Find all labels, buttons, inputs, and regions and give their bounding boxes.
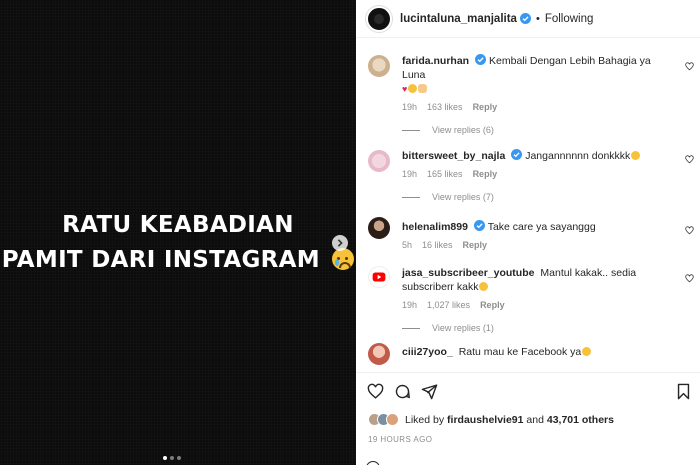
pleading-face-icon [631, 151, 641, 160]
header-separator: • [535, 12, 540, 25]
view-replies-label: View replies (6) [432, 125, 494, 135]
post-header: lucintaluna_manjalita • Following [356, 0, 700, 38]
comment-meta: 5h 16 likes Reply [402, 240, 674, 250]
comment-likes[interactable]: 1,027 likes [427, 300, 470, 310]
carousel-next-button[interactable] [332, 235, 348, 251]
verified-badge-icon [519, 13, 531, 24]
comment-message: Mantul kakak.. sedia [540, 267, 637, 279]
post-media[interactable]: RATU KEABADIAN PAMIT DARI INSTAGRAM [0, 0, 356, 465]
liked-by-and: and [526, 413, 544, 426]
comment-message: Jangannnnnn donkkkk [525, 150, 631, 162]
liked-by-prefix: Liked by [405, 413, 445, 426]
post-actions: Liked by firdaushelvie91 and 43,701 othe… [356, 372, 700, 465]
comment-text: jasa_subscribeer_youtube Mantul kakak.. … [402, 266, 674, 294]
waving-hand-icon [418, 84, 428, 93]
comment-text: bittersweet_by_najla Jangannnnnn donkkkk [402, 149, 674, 163]
liked-by-user[interactable]: firdaushelvie91 [447, 414, 523, 426]
comment-time: 19h [402, 300, 418, 310]
reply-button[interactable]: Reply [463, 240, 488, 250]
comment-text: helenalim899 Take care ya sayanggg [402, 220, 674, 234]
comment-likes[interactable]: 163 likes [427, 102, 463, 112]
liked-by-summary: Liked by firdaushelvie91 and 43,701 othe… [368, 413, 614, 426]
following-button[interactable]: Following [545, 13, 594, 25]
media-caption-line-2: PAMIT DARI INSTAGRAM [0, 247, 356, 273]
commenter-avatar[interactable] [368, 150, 390, 172]
liked-by-others[interactable]: 43,701 others [547, 414, 614, 426]
view-replies-label: View replies (1) [432, 323, 494, 333]
heart-eyes-icon [479, 282, 489, 291]
comment-item: ciii27yoo_ Ratu mau ke Facebook ya [356, 343, 700, 365]
comment-item: jasa_subscribeer_youtube Mantul kakak.. … [356, 266, 700, 333]
like-comment-heart-icon[interactable] [685, 274, 694, 283]
comment-username[interactable]: ciii27yoo_ [402, 346, 453, 358]
verified-badge-icon [475, 54, 487, 65]
comment-message: Ratu mau ke Facebook ya [458, 346, 582, 358]
comment-meta: 19h 165 likes Reply [402, 169, 674, 179]
view-replies-button[interactable]: View replies (7) [402, 192, 674, 202]
like-comment-heart-icon[interactable] [685, 226, 694, 235]
action-icons [367, 383, 438, 400]
share-paper-plane-icon[interactable] [421, 383, 438, 400]
comment-time: 19h [402, 102, 418, 112]
author-avatar[interactable] [366, 5, 392, 32]
commenter-avatar[interactable] [368, 343, 390, 365]
carousel-dot [177, 456, 181, 460]
comment-time: 5h [402, 240, 413, 250]
view-replies-button[interactable]: View replies (6) [402, 125, 674, 135]
like-comment-heart-icon[interactable] [685, 155, 694, 164]
verified-badge-icon [511, 149, 523, 160]
view-replies-button[interactable]: View replies (1) [402, 323, 674, 333]
comment-username[interactable]: helenalim899 [402, 221, 468, 233]
youtube-logo-icon [372, 272, 386, 282]
liker-avatars[interactable] [368, 413, 399, 426]
post-side-panel: lucintaluna_manjalita • Following farida… [356, 0, 700, 465]
comment-bubble-icon[interactable] [394, 383, 411, 400]
reply-button[interactable]: Reply [473, 102, 498, 112]
crying-face-icon [332, 248, 355, 270]
comment-item: helenalim899 Take care ya sayanggg 5h 16… [356, 217, 700, 250]
comment-likes[interactable]: 165 likes [427, 169, 463, 179]
media-caption-line-1: RATU KEABADIAN [62, 212, 294, 238]
comment-text: farida.nurhan Kembali Dengan Lebih Bahag… [402, 54, 674, 96]
carousel-dot [163, 456, 167, 460]
bookmark-icon [677, 383, 690, 400]
liker-avatar [386, 413, 399, 426]
reply-button[interactable]: Reply [473, 169, 498, 179]
comment-message: Take care ya sayanggg [487, 221, 596, 233]
comment-username[interactable]: bittersweet_by_najla [402, 150, 505, 162]
commenter-avatar[interactable] [368, 217, 390, 239]
comment-time: 19h [402, 169, 418, 179]
chevron-right-icon [337, 239, 343, 247]
comment-meta: 19h 1,027 likes Reply [402, 300, 674, 310]
comment-likes[interactable]: 16 likes [422, 240, 453, 250]
verified-badge-icon [473, 220, 485, 231]
save-button[interactable] [675, 383, 692, 405]
comment-item: farida.nurhan Kembali Dengan Lebih Bahag… [356, 54, 700, 135]
heart-eyes-icon [408, 84, 418, 93]
commenter-avatar[interactable] [368, 266, 390, 288]
comment-item: bittersweet_by_najla Jangannnnnn donkkkk… [356, 149, 700, 202]
carousel-dot [170, 456, 174, 460]
carousel-indicator [163, 456, 181, 460]
comment-message-cont: subscriberr kakk [402, 281, 479, 293]
author-username[interactable]: lucintaluna_manjalita [400, 13, 517, 25]
red-heart-icon: ♥ [402, 84, 408, 94]
comment-username[interactable]: farida.nurhan [402, 55, 469, 67]
comment-username[interactable]: jasa_subscribeer_youtube [402, 267, 534, 279]
like-heart-icon[interactable] [367, 383, 384, 400]
reply-button[interactable]: Reply [480, 300, 505, 310]
commenter-avatar[interactable] [368, 55, 390, 77]
grinning-sweat-icon [582, 347, 592, 356]
post-timestamp[interactable]: 19 HOURS AGO [368, 435, 432, 444]
media-caption-line-2-text: PAMIT DARI INSTAGRAM [1, 247, 320, 273]
like-comment-heart-icon[interactable] [685, 62, 694, 71]
comment-meta: 19h 163 likes Reply [402, 102, 674, 112]
comments-list[interactable]: farida.nurhan Kembali Dengan Lebih Bahag… [356, 38, 700, 372]
view-replies-label: View replies (7) [432, 192, 494, 202]
comment-text: ciii27yoo_ Ratu mau ke Facebook ya [402, 345, 674, 359]
